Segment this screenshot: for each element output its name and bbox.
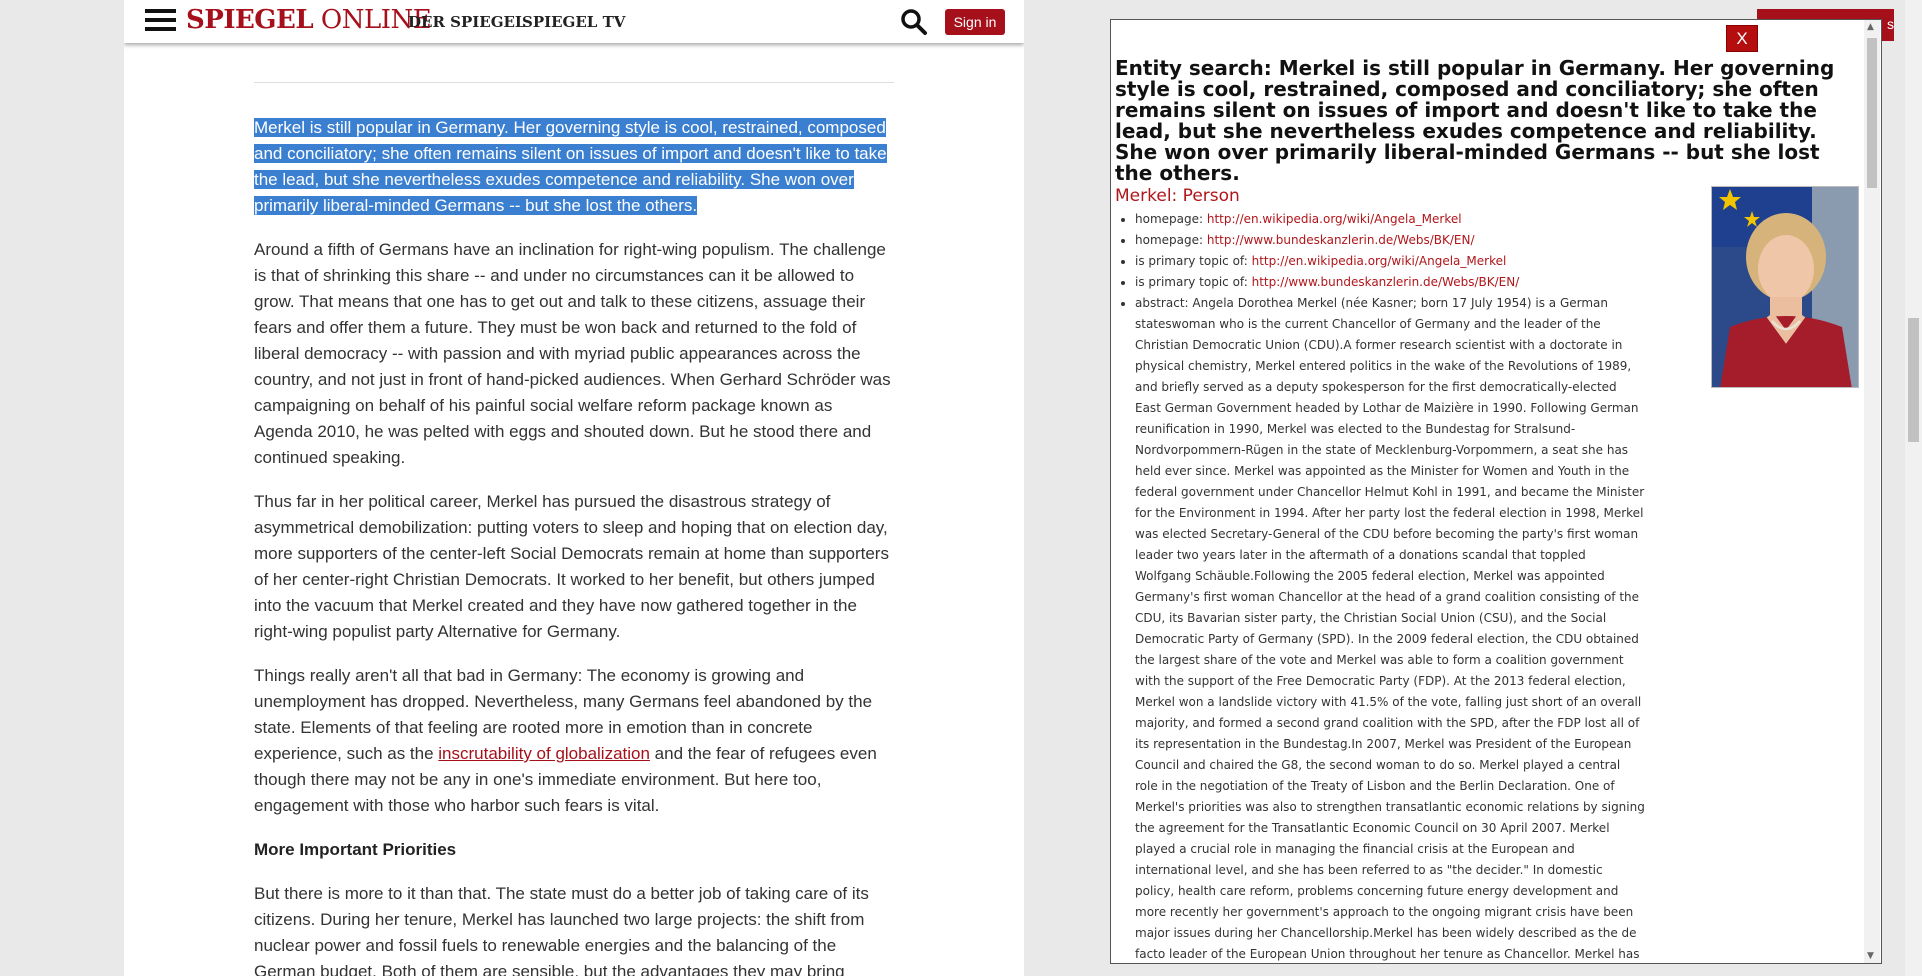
site-header: SPIEGEL ONLINE DER SPIEGEL SPIEGEL TV Si… — [124, 0, 1024, 43]
property-link[interactable]: http://www.bundeskanzlerin.de/Webs/BK/EN… — [1207, 233, 1475, 247]
property-item: homepage: http://www.bundeskanzlerin.de/… — [1135, 230, 1645, 251]
entity-search-title: Entity search: Merkel is still popular i… — [1115, 56, 1835, 185]
page-scrollbar-thumb[interactable] — [1908, 318, 1919, 442]
paragraph: Things really aren't all that bad in Ger… — [254, 663, 894, 819]
entity-property-list: homepage: http://en.wikipedia.org/wiki/A… — [1115, 209, 1645, 963]
property-link[interactable]: http://en.wikipedia.org/wiki/Angela_Merk… — [1252, 254, 1507, 268]
close-popup-button[interactable]: X — [1726, 25, 1758, 52]
paragraph: Thus far in her political career, Merkel… — [254, 492, 889, 641]
background-button-text: s — [1887, 16, 1894, 32]
globalization-link[interactable]: inscrutability of globalization — [438, 744, 650, 763]
text-selection: Merkel is still popular in Germany. Her … — [254, 118, 887, 215]
merkel-portrait-image — [1711, 186, 1859, 388]
paragraph: But there is more to it than that. The s… — [254, 884, 869, 976]
property-link[interactable]: http://www.bundeskanzlerin.de/Webs/BK/EN… — [1252, 275, 1520, 289]
highlighted-paragraph[interactable]: Merkel is still popular in Germany. Her … — [254, 115, 894, 219]
section-subheading: More Important Priorities — [254, 840, 457, 859]
search-icon[interactable] — [900, 8, 928, 36]
sign-in-button[interactable]: Sign in — [945, 9, 1005, 35]
menu-icon[interactable] — [145, 9, 176, 31]
scroll-up-arrow-icon[interactable]: ▲ — [1867, 22, 1874, 32]
property-item: is primary topic of: http://www.bundeska… — [1135, 272, 1645, 293]
property-item: is primary topic of: http://en.wikipedia… — [1135, 251, 1645, 272]
scroll-down-arrow-icon[interactable]: ▼ — [1867, 951, 1874, 961]
page-scrollbar[interactable] — [1905, 0, 1922, 976]
abstract-item: abstract: Angela Dorothea Merkel (née Ka… — [1135, 293, 1645, 963]
entity-search-popup: Entity search: Merkel is still popular i… — [1110, 19, 1882, 964]
property-label: is primary topic of: — [1135, 254, 1252, 268]
divider — [254, 82, 894, 83]
property-label: is primary topic of: — [1135, 275, 1252, 289]
property-item: homepage: http://en.wikipedia.org/wiki/A… — [1135, 209, 1645, 230]
der-spiegel-link[interactable]: DER SPIEGEL — [408, 13, 525, 31]
property-label: homepage: — [1135, 233, 1207, 247]
spiegel-online-logo[interactable]: SPIEGEL ONLINE — [186, 5, 432, 35]
article-page: SPIEGEL ONLINE DER SPIEGEL SPIEGEL TV Si… — [124, 0, 1024, 976]
paragraph: Around a fifth of Germans have an inclin… — [254, 240, 891, 467]
article-body: Merkel is still popular in Germany. Her … — [254, 82, 894, 976]
popup-scrollbar[interactable]: ▲ ▼ — [1864, 20, 1880, 963]
popup-scrollbar-thumb[interactable] — [1867, 38, 1877, 188]
property-link[interactable]: http://en.wikipedia.org/wiki/Angela_Merk… — [1207, 212, 1462, 226]
property-label: homepage: — [1135, 212, 1207, 226]
spiegel-tv-link[interactable]: SPIEGEL TV — [522, 13, 625, 31]
